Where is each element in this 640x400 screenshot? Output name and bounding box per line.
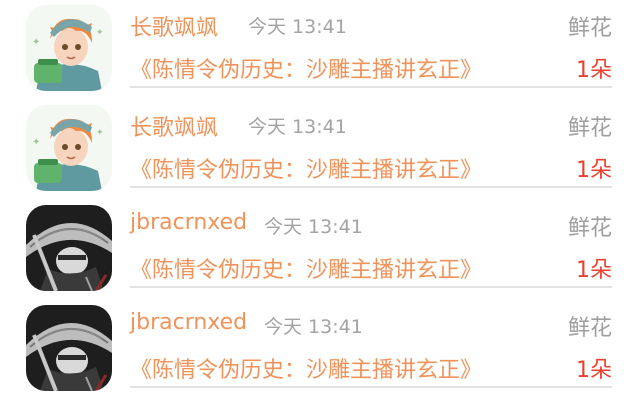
book-title-link[interactable]: 《陈情令伪历史：沙雕主播讲玄正》 [130, 52, 482, 84]
gift-record-row[interactable]: ✦ ✦ 长歌飒飒 今天 13:41 鲜花 《陈情令伪历史：沙雕主播讲玄正》 1朵 [0, 0, 640, 100]
gift-time: 今天 13:41 [248, 116, 347, 138]
gift-time: 今天 13:41 [264, 316, 363, 338]
svg-text:✦: ✦ [96, 28, 104, 38]
sender-name[interactable]: 长歌飒飒 [130, 10, 218, 42]
svg-text:✦: ✦ [32, 137, 40, 148]
row-divider [130, 386, 612, 388]
gift-count: 1朵 [576, 258, 612, 283]
row-divider [130, 286, 612, 288]
straw-hat-warrior-avatar-icon[interactable] [26, 305, 112, 391]
gift-type-label: 鲜花 [567, 116, 612, 141]
gift-type-label: 鲜花 [567, 16, 612, 41]
svg-text:✦: ✦ [32, 37, 40, 48]
gift-record-row[interactable]: jbracrnxed 今天 13:41 鲜花 《陈情令伪历史：沙雕主播讲玄正》 … [0, 200, 640, 300]
gift-count: 1朵 [576, 58, 612, 83]
book-title-link[interactable]: 《陈情令伪历史：沙雕主播讲玄正》 [130, 152, 482, 184]
gift-type-label: 鲜花 [567, 216, 612, 241]
row-divider [130, 186, 612, 188]
gift-time: 今天 13:41 [264, 216, 363, 238]
svg-text:✦: ✦ [96, 128, 104, 138]
row-divider [130, 86, 612, 88]
sender-name[interactable]: 长歌飒飒 [130, 110, 218, 142]
sender-name[interactable]: jbracrnxed [130, 310, 247, 335]
gift-record-row[interactable]: jbracrnxed 今天 13:41 鲜花 《陈情令伪历史：沙雕主播讲玄正》 … [0, 300, 640, 400]
gift-type-label: 鲜花 [567, 316, 612, 341]
gift-time: 今天 13:41 [248, 16, 347, 38]
gift-record-list: ✦ ✦ 长歌飒飒 今天 13:41 鲜花 《陈情令伪历史：沙雕主播讲玄正》 1朵 [0, 0, 640, 400]
gift-count: 1朵 [576, 358, 612, 383]
book-title-link[interactable]: 《陈情令伪历史：沙雕主播讲玄正》 [130, 252, 482, 284]
anime-boy-avatar-icon[interactable]: ✦ ✦ [26, 105, 112, 191]
gift-count: 1朵 [576, 158, 612, 183]
gift-record-row[interactable]: ✦ ✦ 长歌飒飒 今天 13:41 鲜花 《陈情令伪历史：沙雕主播讲玄正》 1朵 [0, 100, 640, 200]
sender-name[interactable]: jbracrnxed [130, 210, 247, 235]
straw-hat-warrior-avatar-icon[interactable] [26, 205, 112, 291]
book-title-link[interactable]: 《陈情令伪历史：沙雕主播讲玄正》 [130, 352, 482, 384]
anime-boy-avatar-icon[interactable]: ✦ ✦ [26, 5, 112, 91]
